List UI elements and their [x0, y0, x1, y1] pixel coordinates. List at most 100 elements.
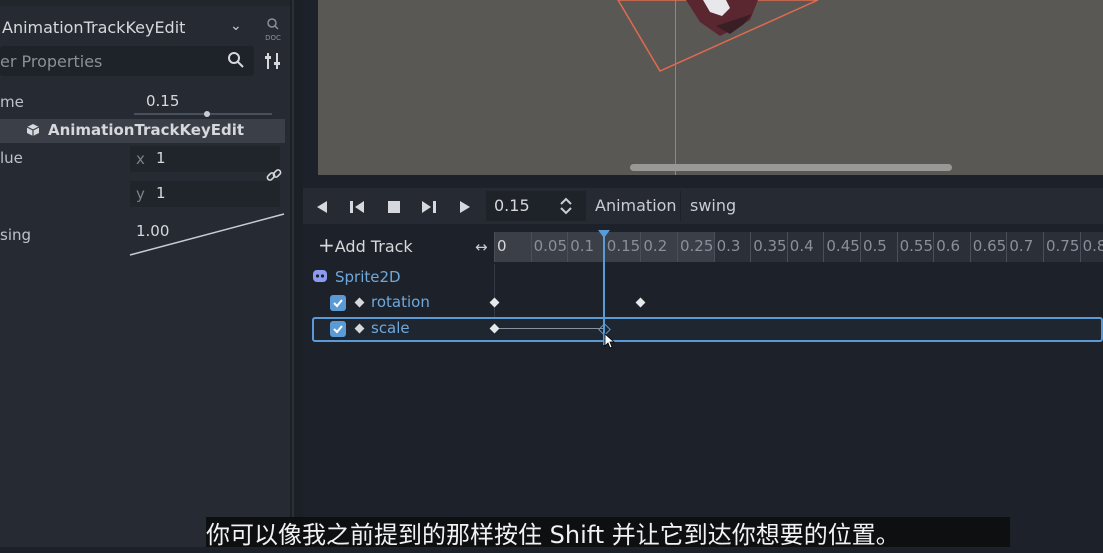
track-name: scale — [371, 319, 410, 337]
ruler-tick — [1079, 232, 1081, 262]
ruler-tick — [713, 232, 715, 262]
timeline-ticks: 0 0.05 0.1 0.15 0.2 0.25 0.3 0.35 0.4 0.45 0.5 0.55… — [494, 232, 1103, 262]
value-x: 1 — [156, 149, 166, 167]
ruler-tick — [860, 232, 861, 262]
play-icon[interactable] — [456, 198, 474, 216]
ruler-tick-label: 0.25 — [680, 237, 714, 255]
video-subtitle: 你可以像我之前提到的那样按住 Shift 并让它到达你想要的位置。 — [206, 521, 900, 549]
ruler-tick-label: 0.45 — [826, 237, 860, 255]
timeline-zoom-icon[interactable]: ↔ — [475, 238, 488, 256]
ruler-tick — [750, 232, 752, 262]
inspector-panel: AnimationTrackKeyEdit ⌄ DOC er Propertie… — [0, 0, 290, 547]
current-time-field[interactable]: 0.15 — [486, 191, 586, 221]
doc-search-icon — [267, 18, 279, 30]
animation-name: swing — [690, 196, 737, 215]
ruler-tick-label: 0.35 — [753, 237, 787, 255]
plus-icon: + — [318, 233, 335, 257]
ruler-tick — [677, 232, 678, 262]
viewport-bottom-margin — [303, 175, 1103, 185]
selected-sprite[interactable] — [318, 0, 1103, 175]
ruler-tick-label: 0.5 — [863, 237, 887, 255]
node-group-label[interactable]: Sprite2D — [335, 268, 401, 286]
track-row-scale[interactable]: scale — [312, 317, 1103, 342]
inspector-object-row[interactable]: AnimationTrackKeyEdit ⌄ DOC — [0, 14, 290, 44]
easing-curve[interactable] — [126, 210, 286, 258]
x-axis-label: x — [136, 150, 145, 168]
checkmark-icon — [333, 299, 343, 308]
play-from-start-icon[interactable] — [420, 198, 438, 216]
ruler-tick — [1043, 232, 1044, 262]
ruler-tick-label: 0.2 — [643, 237, 668, 255]
chevron-down-icon[interactable]: ⌄ — [230, 18, 242, 34]
splitter-line — [292, 0, 294, 547]
track-name: rotation — [371, 293, 430, 311]
toolbar-separator — [680, 191, 681, 221]
ruler-tick-label: 0.3 — [716, 237, 741, 255]
animation-menu-button[interactable]: Animation — [595, 196, 677, 215]
time-property-label: me — [0, 93, 24, 111]
search-icon — [228, 52, 244, 68]
ruler-tick-label: 0.55 — [899, 237, 933, 255]
ruler-tick — [786, 232, 788, 262]
ruler-tick-label: 0.65 — [972, 237, 1007, 255]
cube-icon — [26, 124, 40, 136]
filter-properties-input[interactable]: er Properties — [0, 46, 254, 76]
time-property-value[interactable]: 0.15 — [146, 92, 179, 110]
link-icon[interactable] — [265, 166, 283, 184]
animation-selector[interactable]: swing — [682, 191, 1103, 221]
ruler-tick — [567, 232, 569, 262]
ruler-tick — [969, 232, 971, 262]
filter-properties-placeholder: er Properties — [0, 52, 103, 71]
inspector-top-toolbar — [0, 0, 290, 6]
2d-viewport[interactable] — [318, 0, 1103, 175]
ruler-tick-label: 0.75 — [1046, 237, 1080, 255]
y-axis-label: y — [136, 185, 145, 203]
playhead-handle[interactable] — [598, 230, 610, 238]
ruler-tick — [1006, 232, 1008, 262]
checkmark-icon — [333, 325, 343, 334]
current-time-value: 0.15 — [494, 196, 530, 215]
track-type-icon — [354, 297, 365, 308]
ruler-tick — [494, 232, 495, 262]
ruler-tick — [823, 232, 825, 262]
viewport-horizontal-scrollbar[interactable] — [630, 164, 952, 171]
play-backwards-from-end-icon[interactable] — [348, 198, 366, 216]
ruler-tick-label: 0 — [497, 237, 507, 255]
time-slider-grabber[interactable] — [204, 111, 210, 117]
spin-updown-icon[interactable] — [558, 197, 574, 215]
ruler-tick-label: 0.15 — [606, 237, 641, 255]
ruler-tick-label: 0.1 — [570, 237, 595, 255]
track-type-icon — [354, 323, 365, 334]
play-backwards-icon[interactable] — [313, 198, 331, 216]
value-x-field[interactable]: x 1 — [130, 146, 280, 172]
doc-label: DOC — [265, 34, 281, 42]
filter-options-icon[interactable] — [262, 50, 284, 72]
ruler-tick-label: 0.7 — [1009, 237, 1034, 255]
value-y: 1 — [156, 184, 166, 202]
easing-property-label: sing — [0, 226, 32, 244]
add-track-button[interactable]: +Add Track — [318, 235, 413, 256]
ruler-tick-label: 0.6 — [936, 237, 961, 255]
ruler-tick — [640, 232, 642, 262]
ruler-tick — [933, 232, 935, 262]
playhead-line[interactable] — [603, 233, 605, 345]
stop-icon[interactable] — [385, 198, 403, 216]
inspected-object-title[interactable]: AnimationTrackKeyEdit — [2, 18, 185, 37]
ruler-tick — [530, 232, 532, 262]
ruler-tick-label: 0.05 — [533, 237, 567, 255]
add-track-label: Add Track — [334, 237, 413, 256]
ruler-tick-label: 0.4 — [789, 237, 814, 255]
ruler-tick — [896, 232, 898, 262]
track-enabled-checkbox[interactable] — [330, 295, 346, 311]
track-row-rotation[interactable]: rotation — [312, 291, 1103, 315]
value-property-label: lue — [0, 149, 23, 167]
value-y-field[interactable]: y 1 — [130, 181, 280, 207]
section-title: AnimationTrackKeyEdit — [48, 121, 245, 139]
track-enabled-checkbox[interactable] — [330, 321, 346, 337]
ruler-tick-label: 0.8 — [1082, 237, 1103, 255]
time-slider-track[interactable] — [134, 113, 272, 115]
open-docs-button[interactable]: DOC — [262, 17, 284, 42]
keyframe-connection-line — [495, 328, 605, 329]
section-header[interactable]: AnimationTrackKeyEdit — [0, 119, 285, 143]
mouse-cursor-icon — [604, 333, 616, 349]
